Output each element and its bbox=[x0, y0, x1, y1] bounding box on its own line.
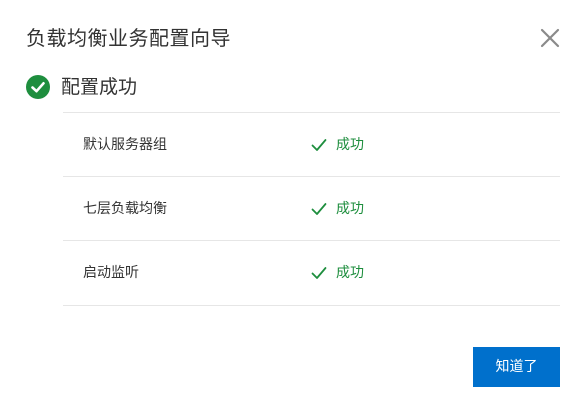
check-icon bbox=[311, 203, 327, 215]
dialog-title: 负载均衡业务配置向导 bbox=[26, 26, 231, 50]
step-status: 成功 bbox=[311, 135, 364, 155]
step-list: 默认服务器组 成功 七层负载均衡 成功 启动监听 成功 bbox=[63, 112, 560, 306]
step-status-text: 成功 bbox=[336, 265, 364, 281]
check-icon bbox=[311, 139, 327, 151]
step-name: 七层负载均衡 bbox=[83, 201, 167, 217]
step-name: 默认服务器组 bbox=[83, 137, 167, 153]
ok-button[interactable]: 知道了 bbox=[473, 347, 560, 387]
step-name: 启动监听 bbox=[83, 265, 139, 281]
config-wizard-dialog: 负载均衡业务配置向导 配置成功 默认服务器组 成功 七层负载均衡 成功 启动监听… bbox=[0, 0, 577, 402]
step-row: 启动监听 成功 bbox=[63, 240, 560, 306]
step-row: 默认服务器组 成功 bbox=[63, 112, 560, 176]
check-icon bbox=[311, 267, 327, 279]
step-status: 成功 bbox=[311, 263, 364, 283]
result-status: 配置成功 bbox=[26, 74, 137, 100]
status-text: 配置成功 bbox=[61, 76, 138, 98]
step-status-text: 成功 bbox=[336, 137, 364, 153]
step-status: 成功 bbox=[311, 199, 364, 219]
close-button[interactable] bbox=[538, 26, 562, 50]
step-row: 七层负载均衡 成功 bbox=[63, 176, 560, 240]
close-icon bbox=[540, 28, 560, 48]
step-status-text: 成功 bbox=[336, 201, 364, 217]
check-circle-icon bbox=[26, 75, 50, 99]
